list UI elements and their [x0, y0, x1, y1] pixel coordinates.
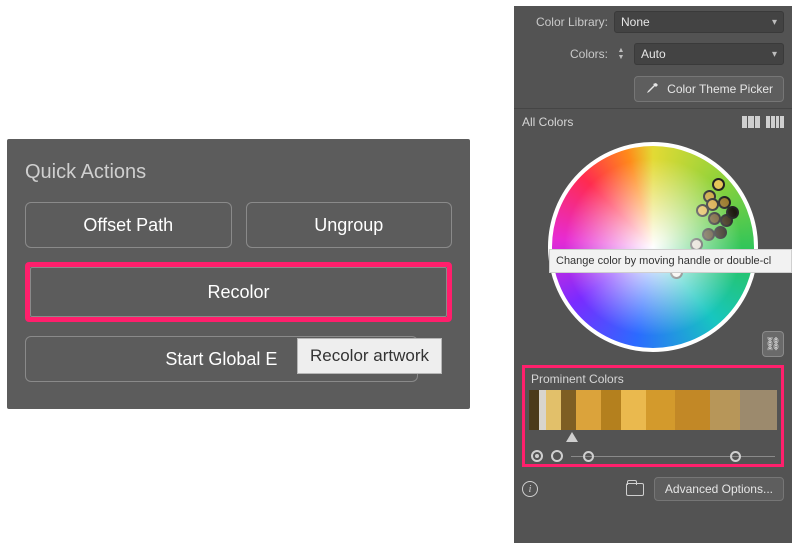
prominent-color-segment[interactable]	[539, 390, 546, 430]
prominent-color-segment[interactable]	[546, 390, 561, 430]
prominent-color-segment[interactable]	[646, 390, 676, 430]
offset-path-button[interactable]: Offset Path	[25, 202, 232, 248]
bars-view-icon[interactable]	[766, 116, 784, 128]
color-wheel-area: Change color by moving handle or double-…	[514, 131, 792, 363]
all-colors-label: All Colors	[522, 115, 573, 129]
recolor-tooltip: Recolor artwork	[297, 338, 442, 374]
eyedropper-icon	[645, 82, 659, 96]
color-wheel[interactable]	[548, 142, 758, 352]
color-wheel-tooltip: Change color by moving handle or double-…	[549, 249, 792, 273]
color-handle[interactable]	[714, 226, 727, 239]
wheel-view-icon[interactable]	[742, 116, 760, 128]
prominent-color-segment[interactable]	[601, 390, 621, 430]
link-colors-toggle[interactable]: ⛓	[762, 331, 784, 357]
saturation-knob-right[interactable]	[730, 451, 741, 462]
prominent-color-segment[interactable]	[740, 390, 777, 430]
folder-icon[interactable]	[626, 483, 644, 496]
color-handle[interactable]	[708, 212, 721, 225]
color-handle[interactable]	[706, 198, 719, 211]
quick-actions-title: Quick Actions	[25, 161, 452, 184]
saturation-knob-left[interactable]	[583, 451, 594, 462]
color-theme-picker-label: Color Theme Picker	[667, 82, 773, 96]
color-theme-picker-button[interactable]: Color Theme Picker	[634, 76, 784, 102]
info-icon[interactable]: i	[522, 481, 538, 497]
color-mode-radio-2[interactable]	[551, 450, 563, 462]
chevron-down-icon: ▾	[772, 17, 777, 28]
color-handle[interactable]	[703, 190, 716, 203]
colors-label: Colors:	[522, 47, 608, 61]
color-mode-radio-1[interactable]	[531, 450, 543, 462]
color-library-label: Color Library:	[522, 15, 608, 29]
prominent-color-segment[interactable]	[710, 390, 740, 430]
prominent-colors-highlight: Prominent Colors	[522, 365, 784, 467]
colors-stepper[interactable]: ▲▼	[614, 47, 628, 61]
color-handle[interactable]	[712, 178, 725, 191]
quick-actions-panel: Quick Actions Offset Path Ungroup Recolo…	[7, 139, 470, 409]
prominent-color-segment[interactable]	[529, 390, 539, 430]
prominent-slider-handle[interactable]	[566, 432, 578, 442]
prominent-slider-track[interactable]	[529, 434, 777, 444]
prominent-color-segment[interactable]	[561, 390, 576, 430]
advanced-options-label: Advanced Options...	[665, 482, 773, 496]
color-handle[interactable]	[720, 214, 733, 227]
prominent-color-segment[interactable]	[675, 390, 710, 430]
colors-value: Auto	[641, 47, 666, 61]
color-handle[interactable]	[696, 204, 709, 217]
recolor-side-panel: Color Library: None ▾ Colors: ▲▼ Auto ▾ …	[514, 6, 792, 543]
chevron-down-icon: ▾	[772, 49, 777, 60]
color-handle[interactable]	[726, 206, 739, 219]
prominent-colors-bar[interactable]	[529, 390, 777, 430]
ungroup-button[interactable]: Ungroup	[246, 202, 453, 248]
prominent-colors-label: Prominent Colors	[529, 372, 777, 386]
link-icon: ⛓	[765, 336, 782, 352]
recolor-button[interactable]: Recolor	[30, 267, 447, 317]
colors-select[interactable]: Auto ▾	[634, 43, 784, 65]
color-library-select[interactable]: None ▾	[614, 11, 784, 33]
prominent-color-segment[interactable]	[621, 390, 646, 430]
advanced-options-button[interactable]: Advanced Options...	[654, 477, 784, 501]
color-library-value: None	[621, 15, 650, 29]
color-handle[interactable]	[702, 228, 715, 241]
color-handle[interactable]	[718, 196, 731, 209]
saturation-slider[interactable]	[571, 456, 775, 457]
recolor-highlight: Recolor	[25, 262, 452, 322]
prominent-color-segment[interactable]	[576, 390, 601, 430]
